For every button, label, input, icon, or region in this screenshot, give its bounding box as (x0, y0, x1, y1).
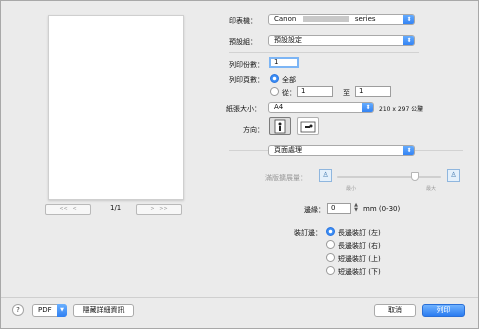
orientation-landscape-button[interactable] (297, 117, 319, 135)
orientation-label: 方向： (243, 126, 264, 134)
landscape-person-icon (300, 121, 316, 133)
orientation-portrait-button[interactable] (269, 117, 291, 135)
paper-size-value: A4 (274, 103, 284, 111)
staple-short-top-label: 短邊裝訂 (上) (338, 255, 381, 263)
next-page-button[interactable]: > >> (136, 204, 182, 215)
staple-long-left-label: 長邊裝訂 (左) (338, 229, 381, 237)
print-button[interactable]: 列印 (422, 304, 465, 317)
staple-short-bottom-radio[interactable] (326, 266, 335, 275)
chevron-updown-icon: ⬍ (403, 146, 414, 155)
expansion-max-icon: ♙ (447, 169, 460, 182)
footer-divider (1, 297, 478, 298)
expansion-slider-track[interactable] (337, 176, 441, 178)
pages-label: 列印頁數： (229, 76, 264, 84)
copies-label: 列印份數： (229, 61, 264, 69)
chevron-updown-icon: ⬍ (403, 15, 414, 24)
pdf-menu-button[interactable]: PDF ▼ (32, 304, 67, 317)
stapling-label: 裝訂邊： (294, 229, 322, 237)
expansion-min-icon: ♙ (319, 169, 332, 182)
pages-all-radio[interactable] (270, 74, 279, 83)
staple-long-right-label: 長邊裝訂 (右) (338, 242, 381, 250)
presets-value: 預設設定 (274, 36, 302, 44)
pages-range-radio[interactable] (270, 87, 279, 96)
first-page-button[interactable]: << < (45, 204, 91, 215)
margin-unit: mm (0-30) (363, 205, 401, 213)
chevron-updown-icon: ⬍ (362, 103, 373, 112)
help-button[interactable]: ? (12, 304, 24, 316)
presets-label: 預設組： (229, 38, 257, 46)
margin-stepper[interactable]: ▲ ▼ (353, 203, 359, 214)
page-preview (48, 15, 184, 200)
printer-name: Canon (274, 15, 297, 23)
pages-all-label: 全部 (282, 76, 296, 84)
section-popup[interactable]: 頁面處理 ⬍ (268, 145, 415, 156)
presets-popup[interactable]: 預設設定 ⬍ (268, 35, 415, 46)
chevron-down-icon: ▼ (57, 304, 67, 317)
paper-size-label: 紙張大小： (226, 105, 261, 113)
copies-field[interactable]: 1 (269, 57, 299, 68)
chevron-updown-icon: ⬍ (403, 36, 414, 45)
pages-from-label: 從： (282, 89, 296, 97)
paper-size-popup[interactable]: A4 ⬍ (268, 102, 374, 113)
staple-short-top-radio[interactable] (326, 253, 335, 262)
section-value: 頁面處理 (274, 146, 302, 154)
page-counter: 1/1 (110, 204, 122, 212)
expansion-label: 滿版擴展量： (265, 174, 307, 182)
expansion-slider-thumb[interactable] (411, 172, 419, 181)
divider (415, 150, 463, 151)
expansion-max-label: 最大 (426, 186, 437, 192)
staple-long-left-radio[interactable] (326, 227, 335, 236)
pdf-label: PDF (38, 306, 52, 314)
portrait-person-icon (274, 119, 286, 134)
pages-to-label: 至 (343, 89, 350, 97)
print-dialog: << < 1/1 > >> 印表機： Canon series ⬍ 預設組： 預… (0, 0, 479, 329)
cancel-button[interactable]: 取消 (374, 304, 416, 317)
printer-popup[interactable]: Canon series ⬍ (268, 14, 415, 25)
pages-from-field[interactable]: 1 (297, 86, 333, 97)
staple-long-right-radio[interactable] (326, 240, 335, 249)
pages-to-field[interactable]: 1 (355, 86, 391, 97)
paper-dims: 210 x 297 公釐 (379, 106, 424, 113)
divider (229, 52, 419, 53)
margin-field[interactable]: 0 (327, 203, 351, 214)
divider (229, 150, 268, 151)
expansion-min-label: 最小 (346, 186, 357, 192)
margin-label: 邊緣： (304, 206, 325, 214)
printer-suffix: series (354, 15, 376, 23)
printer-redacted (302, 16, 349, 22)
staple-short-bottom-label: 短邊裝訂 (下) (338, 268, 381, 276)
printer-label: 印表機： (229, 17, 257, 25)
hide-details-button[interactable]: 隱藏詳細資訊 (73, 304, 134, 317)
